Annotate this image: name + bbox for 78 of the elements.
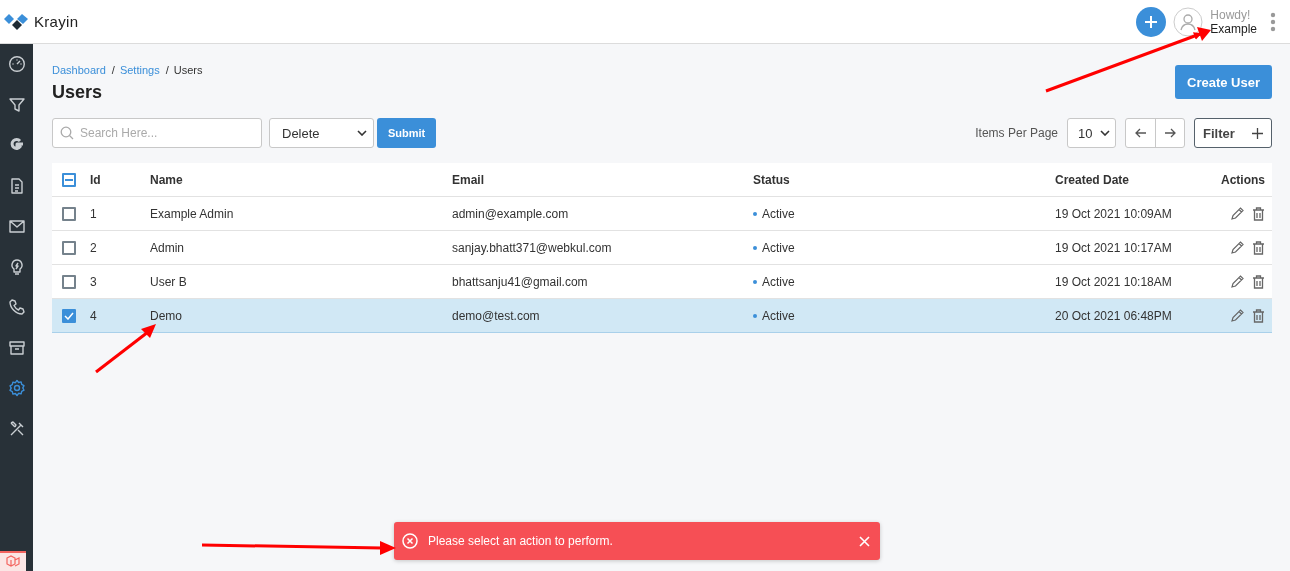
error-icon: [402, 533, 418, 549]
plus-icon: [1144, 14, 1159, 29]
column-header: Actions: [1220, 172, 1266, 187]
table-cell-text: 3: [90, 274, 98, 289]
filter-button[interactable]: Filter: [1194, 118, 1272, 148]
table-cell-text: 1: [90, 206, 98, 221]
pencil-icon[interactable]: [1231, 241, 1244, 254]
more-icon[interactable]: [1270, 11, 1276, 32]
items-per-page-label: Items Per Page: [975, 126, 1058, 140]
column-header: Status: [753, 172, 791, 187]
search-field[interactable]: Search Here...: [52, 118, 262, 148]
debug-bar-icon[interactable]: [0, 551, 26, 571]
table-cell-text: 4: [90, 308, 98, 323]
table-cell-text: 19 Oct 2021 10:17AM: [1055, 240, 1173, 255]
mass-action-select[interactable]: Delete: [269, 118, 374, 148]
page-title: Users: [52, 82, 104, 103]
filter-icon[interactable]: [7, 95, 26, 114]
status-text: Active: [762, 240, 795, 255]
arrow-right-icon: [1164, 128, 1176, 138]
table-cell-text: User B: [150, 274, 188, 289]
table-cell-text: 19 Oct 2021 10:18AM: [1055, 274, 1173, 289]
checkbox[interactable]: [62, 172, 76, 187]
chevron-down-icon: [1100, 130, 1110, 136]
trash-icon[interactable]: [1252, 308, 1265, 323]
column-header: Id: [90, 172, 102, 187]
checkbox[interactable]: [62, 274, 76, 289]
pencil-icon[interactable]: [1231, 309, 1244, 322]
plus-icon: [1252, 127, 1263, 139]
minus-icon: [65, 178, 73, 181]
speedometer-icon[interactable]: [7, 55, 26, 73]
status-text: Active: [762, 206, 795, 221]
column-header: Email: [452, 172, 485, 187]
status-text: Active: [762, 274, 795, 289]
toast-message: Please select an action to perform.: [428, 534, 614, 548]
close-icon[interactable]: [859, 535, 870, 547]
status-dot: [753, 279, 757, 284]
check-icon: [64, 311, 74, 320]
breadcrumb-separator: /: [111, 64, 115, 76]
column-header: Name: [150, 172, 184, 187]
chevron-down-icon: [357, 130, 367, 136]
archive-box-icon[interactable]: [7, 338, 26, 357]
user-name[interactable]: Example: [1210, 21, 1257, 36]
checkbox[interactable]: [62, 206, 76, 221]
trash-icon[interactable]: [1252, 206, 1265, 221]
brand-name: Krayin: [34, 13, 79, 30]
table-cell-text: 20 Oct 2021 06:48PM: [1055, 308, 1173, 323]
column-header: Created Date: [1055, 172, 1131, 187]
trash-icon[interactable]: [1252, 240, 1265, 255]
status-dot: [753, 245, 757, 250]
checkbox[interactable]: [62, 308, 76, 323]
table-cell-text: sanjay.bhatt371@webkul.com: [452, 240, 613, 255]
per-page-select[interactable]: 10: [1067, 118, 1116, 148]
checkbox[interactable]: [62, 240, 76, 255]
mail-icon[interactable]: [7, 217, 26, 235]
trash-icon[interactable]: [1252, 274, 1265, 289]
annotation-arrow: [95, 324, 156, 374]
table-cell-text: demo@test.com: [452, 308, 541, 323]
avatar-icon[interactable]: [1173, 6, 1204, 37]
logo-icon: [4, 12, 28, 31]
table-cell-text: Example Admin: [150, 206, 235, 221]
phone-icon[interactable]: [7, 298, 26, 316]
breadcrumb-current: Users: [173, 64, 203, 76]
pencil-icon[interactable]: [1231, 275, 1244, 288]
table-cell-text: Demo: [150, 308, 183, 323]
status-dot: [753, 211, 757, 216]
table-cell-text: 19 Oct 2021 10:09AM: [1055, 206, 1173, 221]
pencil-icon[interactable]: [1231, 207, 1244, 220]
table-cell-text: Admin: [150, 240, 185, 255]
add-button[interactable]: [1136, 6, 1167, 37]
table-cell-text: bhattsanju41@gmail.com: [452, 274, 589, 289]
table-cell-text: admin@example.com: [452, 206, 570, 221]
status-dot: [753, 313, 757, 318]
settings-icon[interactable]: [7, 379, 26, 397]
arrow-left-icon: [1134, 128, 1147, 138]
greeting-text: Howdy!: [1210, 7, 1252, 22]
breadcrumb-separator: /: [165, 64, 169, 76]
table-cell-text: 2: [90, 240, 98, 255]
status-text: Active: [762, 308, 795, 323]
